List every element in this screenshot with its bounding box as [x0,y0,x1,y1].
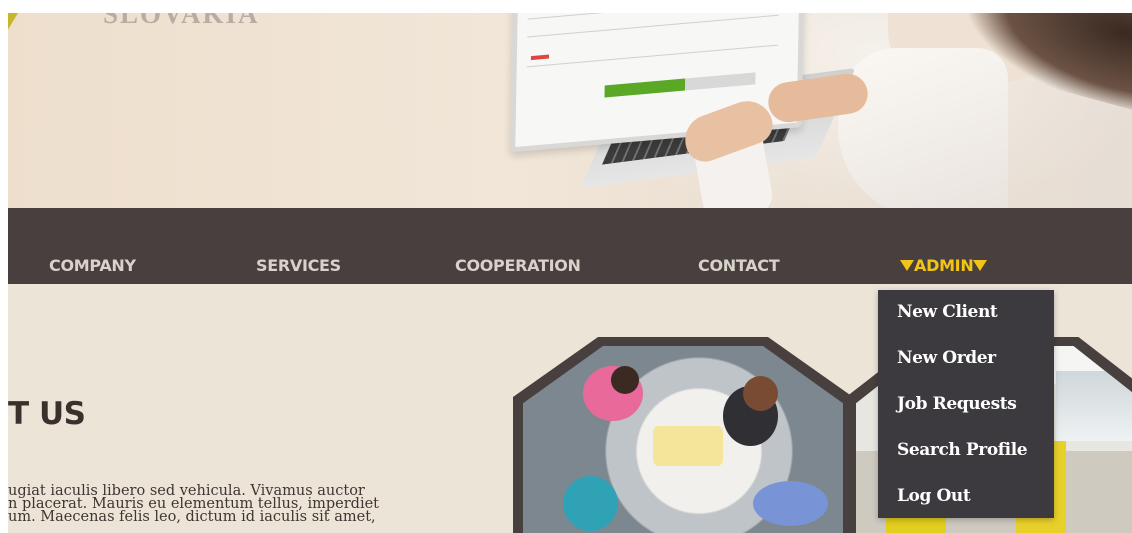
nav-item-admin[interactable]: ADMIN [900,256,988,275]
meeting-hexagon-image [513,337,853,533]
main-nav: COMPANY SERVICES COOPERATION CONTACT ADM… [8,208,1132,284]
admin-dropdown-menu: New Client New Order Job Requests Search… [878,290,1054,518]
hero-decor [838,48,1008,208]
site-frame: SLOVAKIA COMPANY SERVICES COOPERATION CO… [8,13,1132,533]
menu-item-new-order[interactable]: New Order [897,348,996,368]
nav-item-company[interactable]: COMPANY [49,256,136,275]
menu-item-search-profile[interactable]: Search Profile [897,440,1028,460]
menu-item-new-client[interactable]: New Client [897,302,998,322]
triangle-down-icon [973,260,988,271]
menu-item-job-requests[interactable]: Job Requests [897,394,1017,414]
logo-triangle-icon [8,13,18,43]
nav-item-contact[interactable]: CONTACT [698,256,780,275]
menu-item-log-out[interactable]: Log Out [897,486,971,506]
about-heading: T US [8,396,86,432]
triangle-down-icon [900,260,914,271]
nav-item-services[interactable]: SERVICES [256,256,341,275]
about-line: um. Maecenas felis leo, dictum id iaculi… [8,509,376,525]
about-paragraph: ugiat iaculis libero sed vehicula. Vivam… [8,484,393,525]
hero-banner: SLOVAKIA [8,13,1132,208]
nav-admin-label: ADMIN [914,256,974,275]
nav-item-cooperation[interactable]: COOPERATION [455,256,581,275]
brand-text: SLOVAKIA [103,13,260,29]
